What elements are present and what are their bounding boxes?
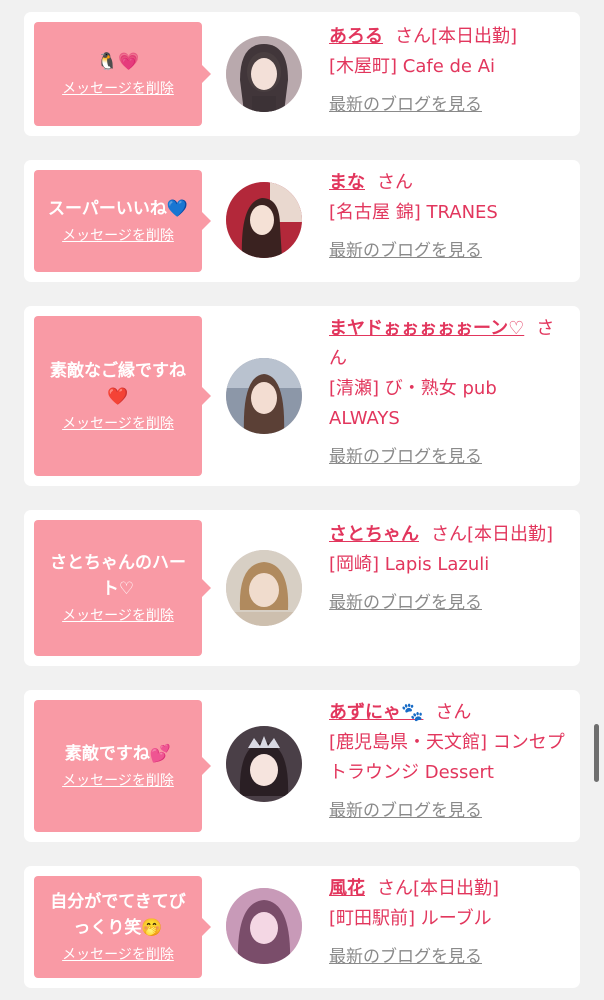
delete-message-link[interactable]: メッセージを削除 [62,414,174,434]
honorific: さん [395,26,431,47]
message-bubble: 自分がでてきてびっくり笑🤭 メッセージを削除 [34,876,211,978]
message-text: 素敵なご縁ですね❤️ [50,361,186,407]
profile-info: あずにゃ🐾 さん [鹿児島県・天文館] コンセプトラウンジ Dessert 最新の… [329,698,569,826]
list-item: 素敵なご縁ですね❤️ メッセージを削除 まヤドぉぉぉぉぉーン♡ さん [清瀬] び… [24,306,580,486]
avatar[interactable] [226,550,302,626]
avatar[interactable] [226,888,302,964]
work-status: [本日出勤] [413,878,500,899]
message-text: スーパーいいね💙 [48,199,188,219]
profile-name-link[interactable]: まな [329,172,365,193]
avatar[interactable] [226,358,302,434]
avatar[interactable] [226,36,302,112]
profile-info: まヤドぉぉぉぉぉーン♡ さん [清瀬] び・熟女 pub ALWAYS 最新のブロ… [329,314,569,472]
shop-label: [名古屋 錦] TRANES [329,202,498,223]
honorific: さん [377,878,413,899]
message-bubble: さとちゃんのハート♡ メッセージを削除 [34,520,211,656]
delete-message-link[interactable]: メッセージを削除 [62,79,174,99]
delete-message-link[interactable]: メッセージを削除 [62,945,174,965]
list-item: 🐧💗 メッセージを削除 あろる さん[本日出勤] [木屋町] Cafe de Ai… [24,12,580,136]
honorific: さん [431,524,467,545]
profile-name-link[interactable]: まヤドぉぉぉぉぉーン♡ [329,318,524,339]
shop-label: [木屋町] Cafe de Ai [329,56,496,77]
list-item: 素敵ですね💕 メッセージを削除 あずにゃ🐾 さん [鹿児島県・天文館] コンセプト… [24,690,580,842]
work-status: [本日出勤] [467,524,554,545]
shop-label: [岡崎] Lapis Lazuli [329,554,490,575]
profile-name-link[interactable]: さとちゃん [329,524,419,545]
message-text: さとちゃんのハート♡ [50,553,186,599]
honorific: さん [435,702,472,723]
message-bubble: スーパーいいね💙 メッセージを削除 [34,170,211,272]
latest-blog-link[interactable]: 最新のブログを見る [329,90,569,120]
shop-label: [鹿児島県・天文館] コンセプトラウンジ Dessert [329,732,565,783]
list-item: さとちゃんのハート♡ メッセージを削除 さとちゃん さん[本日出勤] [岡崎] L… [24,510,580,666]
latest-blog-link[interactable]: 最新のブログを見る [329,942,569,972]
honorific: さん [377,172,413,193]
shop-label: [清瀬] び・熟女 pub ALWAYS [329,378,497,429]
delete-message-link[interactable]: メッセージを削除 [62,606,174,626]
latest-blog-link[interactable]: 最新のブログを見る [329,236,569,266]
latest-blog-link[interactable]: 最新のブログを見る [329,796,569,826]
message-text: 自分がでてきてびっくり笑🤭 [50,892,186,938]
work-status: [本日出勤] [431,26,518,47]
list-item: 自分がでてきてびっくり笑🤭 メッセージを削除 風花 さん[本日出勤] [町田駅前]… [24,866,580,988]
shop-label: [町田駅前] ルーブル [329,908,492,929]
profile-name-link[interactable]: 風花 [329,878,365,899]
likes-message-list: 🐧💗 メッセージを削除 あろる さん[本日出勤] [木屋町] Cafe de Ai… [0,0,604,1000]
delete-message-link[interactable]: メッセージを削除 [62,226,174,246]
list-item: スーパーいいね💙 メッセージを削除 まな さん [名古屋 錦] TRANES 最新… [24,160,580,282]
message-bubble: 素敵なご縁ですね❤️ メッセージを削除 [34,316,211,476]
message-bubble: 素敵ですね💕 メッセージを削除 [34,700,211,832]
avatar[interactable] [226,726,302,802]
profile-info: あろる さん[本日出勤] [木屋町] Cafe de Ai 最新のブログを見る [329,22,569,120]
profile-name-link[interactable]: あろる [329,26,383,47]
delete-message-link[interactable]: メッセージを削除 [62,771,174,791]
avatar[interactable] [226,182,302,258]
profile-name-link[interactable]: あずにゃ🐾 [329,702,423,723]
profile-info: 風花 さん[本日出勤] [町田駅前] ルーブル 最新のブログを見る [329,874,569,972]
profile-info: まな さん [名古屋 錦] TRANES 最新のブログを見る [329,168,569,266]
latest-blog-link[interactable]: 最新のブログを見る [329,588,569,618]
message-bubble: 🐧💗 メッセージを削除 [34,22,211,126]
profile-info: さとちゃん さん[本日出勤] [岡崎] Lapis Lazuli 最新のブログを見… [329,520,569,618]
scrollbar[interactable] [594,724,599,782]
message-text: 素敵ですね💕 [64,744,172,764]
latest-blog-link[interactable]: 最新のブログを見る [329,442,569,472]
message-text: 🐧💗 [96,52,140,72]
